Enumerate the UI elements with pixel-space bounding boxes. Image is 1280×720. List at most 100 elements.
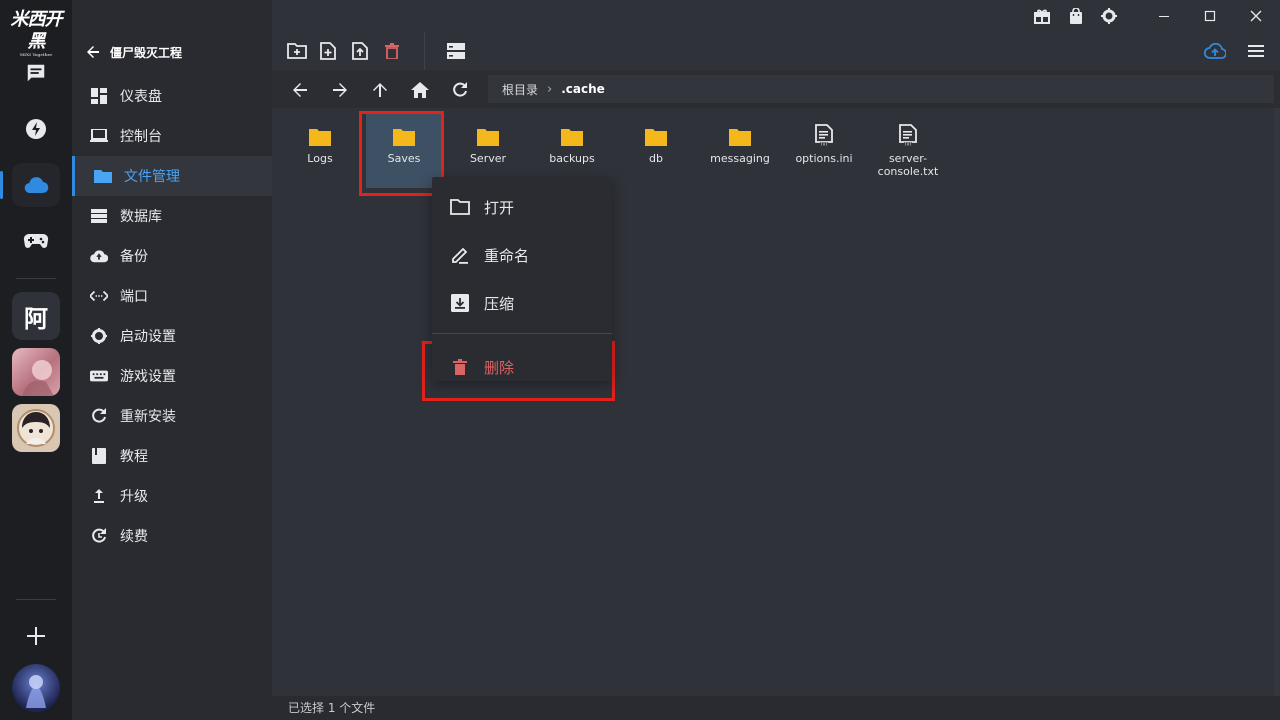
refresh-button[interactable] (448, 78, 472, 102)
menu-item-label: 删除 (484, 358, 515, 377)
trash-icon (385, 43, 399, 59)
upload-file-button[interactable] (349, 40, 371, 62)
arrow-up-icon (373, 83, 387, 97)
sidebar-item-reinstall[interactable]: 重新安装 (72, 396, 272, 436)
rail-cloud-button[interactable] (0, 163, 60, 207)
database-icon (90, 207, 108, 225)
arrow-left-icon (293, 83, 307, 97)
text-file-icon: TXT (899, 124, 917, 146)
cloud-icon (24, 177, 49, 194)
breadcrumb-current[interactable]: .cache (561, 82, 605, 96)
forward-nav-button[interactable] (328, 78, 352, 102)
server-avatar-text[interactable]: 阿 (12, 292, 60, 340)
sidebar-item-label: 教程 (120, 449, 148, 465)
sidebar-item-console[interactable]: 控制台 (72, 116, 272, 156)
rail-game-button[interactable] (12, 219, 60, 263)
rail-chat-button[interactable] (12, 51, 60, 95)
sidebar-item-port[interactable]: 端口 (72, 276, 272, 316)
menu-item-label: 压缩 (484, 294, 515, 313)
add-server-button[interactable] (12, 614, 60, 658)
up-nav-button[interactable] (368, 78, 392, 102)
sidebar-item-label: 重新安装 (120, 409, 176, 425)
file-toolbar (272, 32, 1280, 70)
dashboard-icon (90, 87, 108, 105)
server-icon (447, 43, 465, 59)
back-nav-button[interactable] (288, 78, 312, 102)
file-item[interactable]: TXT server-console.txt (870, 112, 946, 198)
sidebar-item-backup[interactable]: 备份 (72, 236, 272, 276)
svg-text:TXT: TXT (903, 142, 912, 147)
new-folder-button[interactable] (286, 40, 308, 62)
app-logo: 米西开黑 MIXI Together (3, 9, 69, 57)
shop-button[interactable] (1064, 5, 1088, 27)
rail-discover-button[interactable] (12, 107, 60, 151)
sidebar-item-label: 控制台 (120, 129, 162, 145)
sidebar-item-file-manager[interactable]: 文件管理 (72, 156, 272, 196)
menu-item-delete[interactable]: 删除 (432, 343, 612, 391)
folder-item[interactable]: messaging (702, 112, 778, 188)
delete-toolbar-button[interactable] (381, 40, 403, 62)
server-view-button[interactable] (445, 40, 467, 62)
folder-item[interactable]: db (618, 112, 694, 188)
home-nav-button[interactable] (408, 78, 432, 102)
sidebar-item-startup-settings[interactable]: 启动设置 (72, 316, 272, 356)
server-avatar-pink[interactable] (12, 348, 60, 396)
path-bar: 根目录 › .cache (272, 70, 1280, 108)
maximize-button[interactable] (1198, 5, 1222, 27)
folder-icon (729, 124, 751, 146)
vertical-scrollbar[interactable] (1274, 108, 1280, 696)
minimize-button[interactable] (1152, 5, 1176, 27)
cloud-sync-button[interactable] (1202, 40, 1228, 62)
settings-button[interactable] (1097, 5, 1121, 27)
sidebar-item-label: 数据库 (120, 209, 162, 225)
gift-button[interactable] (1030, 5, 1054, 27)
folder-icon (561, 124, 583, 146)
user-avatar[interactable] (12, 664, 60, 712)
file-item[interactable]: TXT options.ini (786, 112, 862, 188)
text-file-icon: TXT (815, 124, 833, 146)
file-name: backups (549, 152, 595, 165)
sidebar-item-label: 文件管理 (124, 169, 180, 185)
folder-icon (94, 167, 112, 185)
sidebar-item-label: 游戏设置 (120, 369, 176, 385)
chat-icon (27, 64, 45, 82)
discover-icon (26, 119, 46, 139)
folder-icon (309, 124, 331, 146)
breadcrumb-root[interactable]: 根目录 (502, 81, 538, 98)
new-file-icon (320, 42, 336, 60)
list-view-button[interactable] (1245, 40, 1267, 62)
back-button[interactable]: 僵尸毁灭工程 (72, 32, 272, 72)
menu-item-rename[interactable]: 重命名 (432, 231, 612, 279)
gamepad-icon (23, 233, 49, 248)
menu-item-label: 打开 (484, 198, 515, 217)
menu-item-label: 重命名 (484, 246, 530, 265)
sidebar-item-label: 仪表盘 (120, 89, 162, 105)
file-name: Logs (307, 152, 333, 165)
context-menu: 打开 重命名 压缩 删除 (432, 177, 612, 381)
server-avatar-character[interactable] (12, 404, 60, 452)
sidebar-item-game-settings[interactable]: 游戏设置 (72, 356, 272, 396)
minimize-icon (1159, 16, 1169, 17)
sidebar-item-renew[interactable]: 续费 (72, 516, 272, 556)
port-icon (90, 287, 108, 305)
refresh-icon (453, 82, 467, 97)
home-icon (411, 82, 429, 98)
sidebar-item-upgrade[interactable]: 升级 (72, 476, 272, 516)
rail-separator-bottom (16, 599, 56, 600)
pencil-icon (450, 245, 470, 265)
menu-item-compress[interactable]: 压缩 (432, 279, 612, 327)
sidebar-item-tutorial[interactable]: 教程 (72, 436, 272, 476)
arrow-left-icon (87, 46, 99, 58)
sidebar-item-database[interactable]: 数据库 (72, 196, 272, 236)
maximize-icon (1204, 10, 1216, 22)
menu-item-open[interactable]: 打开 (432, 183, 612, 231)
user-avatar-image-icon (26, 675, 46, 708)
sidebar-item-dashboard[interactable]: 仪表盘 (72, 76, 272, 116)
rail-separator (16, 278, 56, 279)
shopping-bag-icon (1070, 8, 1082, 24)
new-file-button[interactable] (317, 40, 339, 62)
close-button[interactable] (1244, 5, 1268, 27)
console-icon (90, 127, 108, 145)
folder-item[interactable]: Logs (282, 112, 358, 188)
status-bar: 已选择 1 个文件 (272, 696, 1280, 720)
